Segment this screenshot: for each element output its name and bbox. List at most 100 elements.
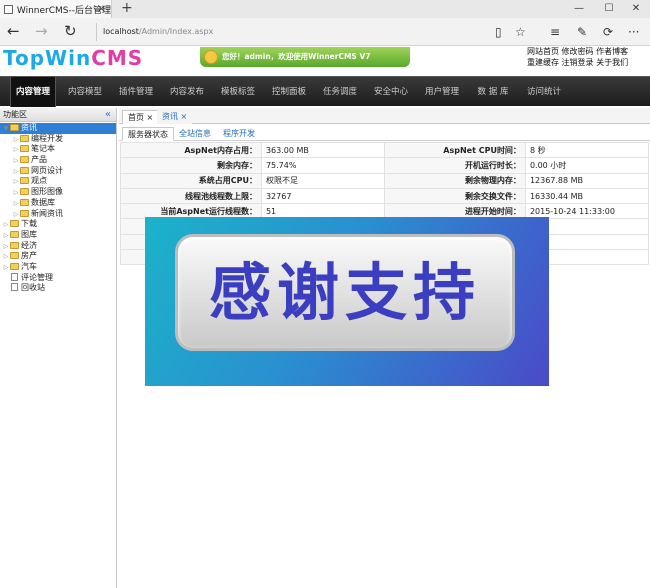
stat-label: 线程池线程数上限：: [120, 187, 262, 205]
tree-node[interactable]: ▼ 资讯: [0, 123, 116, 134]
tree-node[interactable]: ▷ 下载: [0, 219, 116, 230]
table-row: 线程池线程数上限： 32767 剩余交换文件： 16330.44 MB: [120, 187, 650, 205]
browser-navbar: ← → ↻ localhost/Admin/Index.aspx ▯ ☆ ≡ ✎…: [0, 18, 650, 46]
stat-label: 系统占用CPU：: [120, 172, 262, 189]
menu-content-model[interactable]: 内容模型: [62, 77, 108, 107]
tree-node-label: 观点: [31, 176, 47, 186]
address-bar[interactable]: localhost/Admin/Index.aspx: [96, 23, 482, 41]
menu-security-center[interactable]: 安全中心: [368, 77, 414, 107]
more-icon[interactable]: ···: [628, 24, 639, 40]
forward-icon[interactable]: →: [35, 22, 48, 40]
web-note-icon[interactable]: ✎: [577, 24, 587, 40]
folder-icon: [10, 124, 19, 131]
menu-content-management[interactable]: 内容管理: [10, 77, 56, 107]
stat-label: AspNet CPU时间：: [383, 141, 526, 159]
stat-value: 75.74%: [260, 157, 385, 174]
subtab-program-dev[interactable]: 程序开发: [218, 127, 260, 141]
tab-home[interactable]: 首页 ×: [122, 110, 160, 124]
tree-node-label: 图库: [21, 229, 37, 239]
folder-icon: [20, 145, 29, 153]
site-logo: TopWinCMS: [3, 46, 144, 70]
tree-node[interactable]: 评论管理: [0, 272, 116, 284]
link-rebuild-cache[interactable]: 重建缓存: [527, 58, 559, 67]
back-icon[interactable]: ←: [7, 22, 20, 40]
main-menu: 内容管理 内容模型 插件管理 内容发布 模板标签 控制面板 任务调度 安全中心 …: [0, 76, 650, 107]
folder-icon: [10, 241, 19, 249]
stat-label: 开机运行时长：: [383, 157, 526, 174]
subtab-server-status[interactable]: 服务器状态: [122, 127, 174, 141]
menu-template-tags[interactable]: 模板标签: [215, 77, 261, 107]
hub-menu-icon[interactable]: ≡: [550, 24, 560, 40]
link-about[interactable]: 关于我们: [596, 58, 628, 67]
welcome-text: 您好！admin，欢迎使用WinnerCMS V7: [222, 52, 371, 61]
address-host: localhost: [103, 27, 139, 36]
tree-node[interactable]: ▷ 笔记本: [0, 144, 116, 155]
refresh-icon[interactable]: ↻: [64, 22, 77, 40]
address-path: /Admin/Index.aspx: [138, 27, 214, 36]
tree-node-label: 编程开发: [31, 133, 63, 143]
reading-view-icon[interactable]: ▯: [495, 24, 502, 40]
tab-news[interactable]: 资讯 ×: [157, 110, 193, 124]
left-panel-title: 功能区: [3, 110, 27, 119]
left-panel: 功能区 « ▼ 资讯 ▷ 编程开发 ▷ 笔记本 ▷ 产品 ▷ 网页设计 ▷ 观点 ▷ 图形图像 ▷ 数据库 ▷ 新…: [0, 108, 117, 588]
close-window-icon[interactable]: ✕: [622, 0, 650, 18]
stat-value: 0.00 小时: [524, 157, 650, 174]
menu-user-management[interactable]: 用户管理: [419, 77, 465, 107]
tree-node[interactable]: ▷ 房产: [0, 251, 116, 262]
folder-icon: [20, 156, 29, 164]
tree-node[interactable]: ▷ 图形图像: [0, 187, 116, 198]
content-tabs: 首页 × 资讯 ×: [119, 108, 650, 124]
tree-node[interactable]: ▷ 产品: [0, 155, 116, 166]
tree-node-label: 汽车: [21, 261, 37, 271]
favorite-star-icon[interactable]: ☆: [515, 24, 526, 40]
new-tab-icon[interactable]: +: [121, 0, 133, 16]
share-icon[interactable]: ⟳: [603, 24, 613, 40]
link-logout[interactable]: 注销登录: [562, 58, 594, 67]
menu-content-publish[interactable]: 内容发布: [164, 77, 210, 107]
stat-value: 权限不足: [260, 172, 385, 189]
browser-tab[interactable]: WinnerCMS--后台管理 ×: [0, 0, 112, 18]
tree-node[interactable]: ▷ 观点: [0, 176, 116, 187]
tree-node-label: 回收站: [21, 283, 45, 293]
folder-icon: [20, 134, 29, 142]
minimize-icon[interactable]: —: [565, 0, 593, 18]
stat-label: 剩余物理内存：: [383, 172, 526, 189]
tree-node-label: 资讯: [21, 123, 37, 132]
folder-icon: [20, 209, 29, 217]
menu-database[interactable]: 数 据 库: [470, 77, 516, 107]
menu-access-stats[interactable]: 访问统计: [521, 77, 567, 107]
tree-node[interactable]: ▷ 图库: [0, 230, 116, 241]
top-links: 网站首页 修改密码 作者博客 重建缓存 注销登录 关于我们: [527, 46, 650, 68]
tree-node[interactable]: 回收站: [0, 283, 116, 294]
maximize-icon[interactable]: ☐: [595, 0, 623, 18]
tree-node[interactable]: ▷ 编程开发: [0, 134, 116, 145]
folder-icon: [10, 252, 19, 260]
link-change-password[interactable]: 修改密码: [562, 47, 594, 56]
tree-node[interactable]: ▷ 新闻资讯: [0, 209, 116, 220]
folder-icon: [20, 166, 29, 174]
folder-icon: [10, 220, 19, 228]
link-author-blog[interactable]: 作者博客: [596, 47, 628, 56]
menu-control-panel[interactable]: 控制面板: [266, 77, 312, 107]
close-tab-icon[interactable]: ×: [97, 2, 106, 15]
stat-value: 32767: [260, 187, 385, 205]
tree-node-label: 经济: [21, 240, 37, 250]
tree-node-label: 房产: [21, 251, 37, 261]
collapse-panel-icon[interactable]: «: [105, 108, 111, 122]
tree-node[interactable]: ▷ 数据库: [0, 198, 116, 209]
tree-node[interactable]: ▷ 经济: [0, 241, 116, 252]
menu-task-scheduling[interactable]: 任务调度: [317, 77, 363, 107]
tree-node-label: 新闻资讯: [31, 208, 63, 218]
stat-value: 363.00 MB: [260, 141, 385, 159]
subtab-site-info[interactable]: 全站信息: [174, 127, 216, 141]
tree-node[interactable]: ▷ 网页设计: [0, 166, 116, 177]
folder-icon: [10, 230, 19, 238]
table-row: 系统占用CPU： 权限不足 剩余物理内存： 12367.88 MB: [120, 172, 650, 189]
stat-value: 16330.44 MB: [524, 187, 650, 205]
menu-plugin-management[interactable]: 插件管理: [113, 77, 159, 107]
link-home[interactable]: 网站首页: [527, 47, 559, 56]
page-favicon-icon: [4, 4, 13, 14]
folder-icon: [20, 177, 29, 185]
tree-node[interactable]: ▷ 汽车: [0, 262, 116, 273]
category-tree: ▼ 资讯 ▷ 编程开发 ▷ 笔记本 ▷ 产品 ▷ 网页设计 ▷ 观点 ▷ 图形图像 ▷ 数据库 ▷ 新闻资讯 ▷ 下载…: [0, 122, 116, 294]
